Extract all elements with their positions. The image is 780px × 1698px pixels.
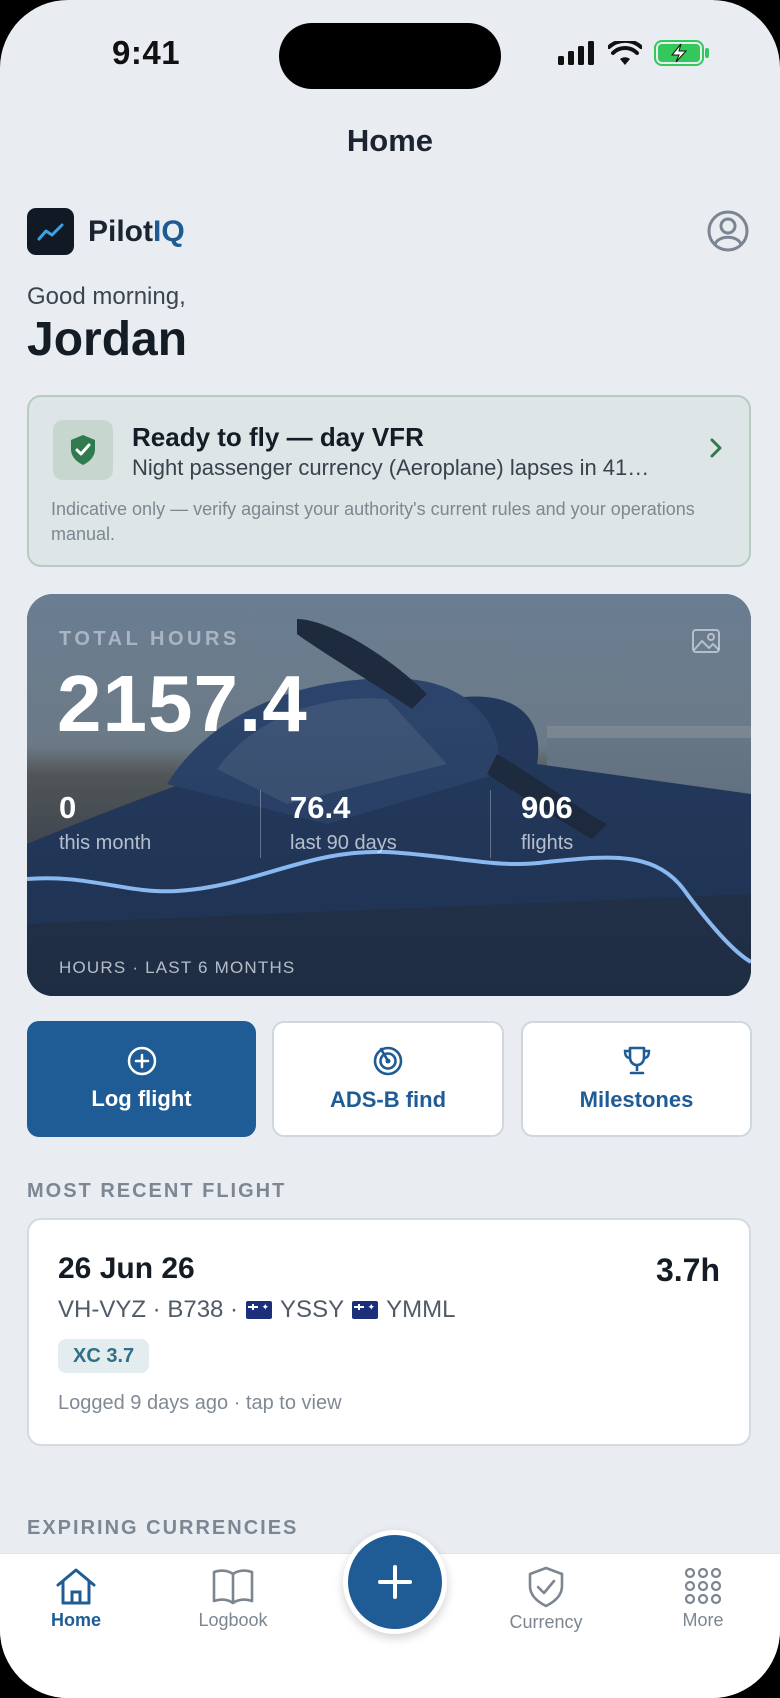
brand: PilotIQ (27, 208, 185, 255)
section-recent-flight: MOST RECENT FLIGHT (27, 1180, 287, 1202)
stat-value: 0 (59, 790, 77, 825)
australia-flag-icon (352, 1301, 379, 1319)
battery-charging-icon (654, 40, 709, 66)
tab-home-label: Home (50, 1610, 101, 1630)
log-flight-label: Log flight (91, 1086, 192, 1111)
greeting: Good morning, (27, 283, 186, 310)
image-icon[interactable] (691, 628, 721, 654)
brand-name-part1: Pilot (88, 214, 153, 248)
grid-dots-icon (684, 1567, 722, 1605)
status-icons (558, 40, 710, 66)
profile-icon[interactable] (707, 210, 749, 252)
total-hours-value: 2157.4 (57, 659, 308, 748)
readiness-subtitle: Night passenger currency (Aeroplane) lap… (132, 455, 650, 480)
signal-icon (558, 41, 594, 65)
stat-flights: 906 flights (521, 790, 573, 855)
dynamic-island (279, 23, 501, 89)
home-icon (56, 1568, 96, 1605)
stat-this-month: 0 this month (59, 790, 151, 855)
shield-check-icon (71, 435, 95, 465)
trophy-icon (623, 1046, 650, 1075)
stat-label: flights (521, 832, 574, 854)
app-logo (27, 208, 74, 255)
user-name: Jordan (27, 313, 188, 366)
stat-value: 906 (521, 790, 573, 825)
milestones-label: Milestones (579, 1087, 694, 1112)
sparkline-caption: HOURS · LAST 6 MONTHS (59, 958, 296, 977)
tab-more-label: More (682, 1610, 724, 1630)
add-flight-fab[interactable] (343, 1530, 447, 1634)
flight-origin: YSSY (280, 1296, 345, 1323)
brand-name-part2: IQ (153, 214, 185, 248)
plus-circle-icon (127, 1046, 156, 1076)
stat-divider (260, 790, 261, 858)
wifi-icon (608, 40, 642, 65)
tab-currency-label: Currency (509, 1612, 583, 1632)
phone-screen: 9:41 Home PilotIQ Good morning, Jordan R… (0, 0, 780, 1698)
readiness-title: Ready to fly — day VFR (132, 422, 424, 452)
brand-name: PilotIQ (88, 215, 185, 249)
trend-line-icon (37, 223, 63, 240)
flight-type-badge: XC 3.7 (58, 1339, 150, 1373)
stat-divider (490, 790, 491, 858)
flight-duration: 3.7h (655, 1252, 720, 1288)
flight-registration: VH-VYZ · B738 · (58, 1296, 239, 1323)
tab-currency[interactable]: Currency (486, 1566, 606, 1633)
section-expiring-currencies: EXPIRING CURRENCIES (27, 1517, 299, 1539)
adsb-find-button[interactable]: ADS-B find (272, 1021, 504, 1137)
stat-label: this month (59, 832, 152, 854)
readiness-card[interactable]: Ready to fly — day VFR Night passenger c… (27, 395, 751, 567)
adsb-find-label: ADS-B find (329, 1087, 447, 1112)
shield-badge (53, 420, 113, 480)
stat-label: last 90 days (290, 832, 397, 854)
stat-value: 76.4 (290, 790, 351, 825)
milestones-button[interactable]: Milestones (521, 1021, 752, 1137)
tab-more[interactable]: More (643, 1566, 763, 1631)
australia-flag-icon (246, 1301, 273, 1319)
log-flight-button[interactable]: Log flight (27, 1021, 256, 1137)
page-title: Home (346, 123, 434, 158)
radar-icon (373, 1046, 403, 1076)
chevron-right-icon (710, 438, 722, 458)
flight-route: VH-VYZ · B738 · YSSY YMML (58, 1296, 455, 1324)
total-hours-card[interactable]: TOTAL HOURS 2157.4 0 this month 76.4 las… (27, 594, 751, 996)
readiness-disclaimer: Indicative only — verify against your au… (51, 499, 695, 544)
tab-logbook[interactable]: Logbook (173, 1566, 293, 1631)
stat-last-90-days: 76.4 last 90 days (290, 790, 397, 855)
flight-date: 26 Jun 26 (58, 1252, 195, 1285)
recent-flight-card[interactable]: 26 Jun 26 3.7h VH-VYZ · B738 · YSSY YMML… (27, 1218, 751, 1446)
plus-icon (378, 1565, 412, 1599)
shield-check-icon (528, 1566, 564, 1608)
flight-logged-note: Logged 9 days ago · tap to view (58, 1392, 342, 1414)
flight-destination: YMML (386, 1296, 456, 1323)
status-time: 9:41 (112, 34, 181, 71)
book-icon (212, 1569, 254, 1605)
tab-logbook-label: Logbook (198, 1610, 268, 1630)
tab-home[interactable]: Home (16, 1566, 136, 1631)
total-hours-label: TOTAL HOURS (59, 628, 240, 650)
